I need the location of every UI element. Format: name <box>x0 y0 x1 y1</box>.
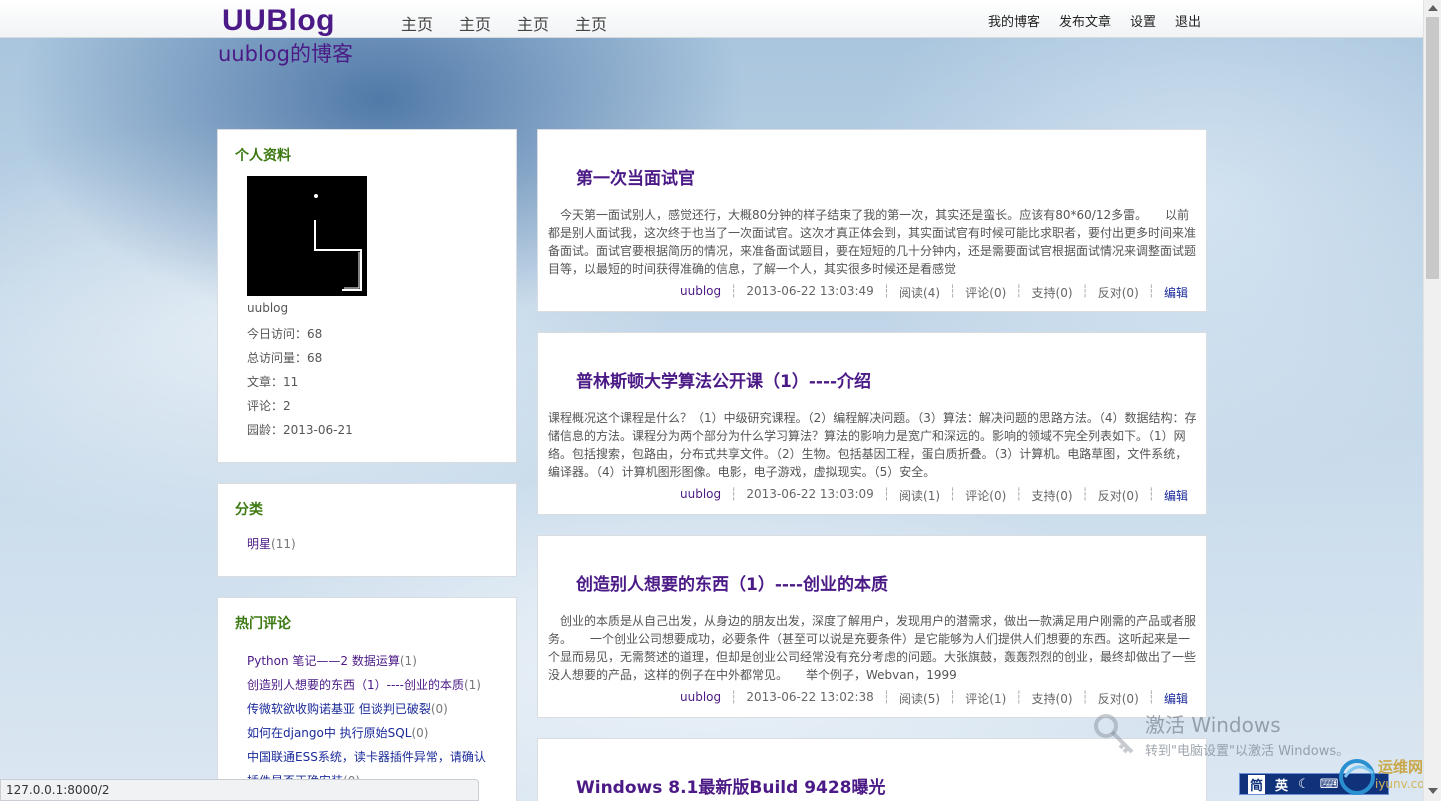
post-author-link[interactable]: uublog <box>680 284 721 301</box>
browser-status-bar: 127.0.0.1:8000/2 <box>0 779 479 801</box>
windows-activation-watermark: 激活 Windows 转到"电脑设置"以激活 Windows。 <box>1145 709 1349 759</box>
post-meta: uublog ┆ 2013-06-22 13:02:38 ┆ 阅读(5) ┆ 评论(1… <box>680 690 1188 707</box>
publish-article-link[interactable]: 发布文章 <box>1059 11 1111 30</box>
activation-subtitle: 转到"电脑设置"以激活 Windows。 <box>1145 744 1350 759</box>
post-meta: uublog ┆ 2013-06-22 13:03:09 ┆ 阅读(1) ┆ 评论(0… <box>680 487 1188 504</box>
post-edit-link[interactable]: 编辑 <box>1164 690 1188 707</box>
post-oppose-link[interactable]: 反对(0) <box>1098 284 1139 301</box>
total-visits: 总访问量：68 <box>247 351 323 365</box>
ime-english-toggle[interactable]: 英 <box>1275 775 1288 794</box>
ime-simplified-toggle[interactable]: 简 <box>1248 774 1266 794</box>
badge-name: 运维网 <box>1378 758 1424 776</box>
post-reads: 阅读(4) <box>899 286 941 300</box>
hot-comment-count: (0) <box>430 702 448 716</box>
top-bar: UUBlog 主页 主页 主页 主页 我的博客 发布文章 设置 退出 <box>0 0 1423 38</box>
post-title[interactable]: 普林斯顿大学算法公开课（1）----介绍 <box>576 367 871 392</box>
post-support-link[interactable]: 支持(0) <box>1032 284 1073 301</box>
article-count: 文章：11 <box>247 375 299 389</box>
nav-home-2[interactable]: 主页 <box>459 11 491 35</box>
category-count: (11) <box>271 537 296 551</box>
hot-comment-item: Python 笔记——2 数据运算(1) <box>247 649 497 673</box>
nav-home-1[interactable]: 主页 <box>401 11 433 35</box>
category-panel: 分类 明星(11) <box>217 483 517 577</box>
my-blog-link[interactable]: 我的博客 <box>988 11 1040 30</box>
post-oppose-link[interactable]: 反对(0) <box>1098 690 1139 707</box>
avatar[interactable] <box>247 176 367 296</box>
avatar-image <box>247 176 367 296</box>
moon-icon[interactable]: ☾ <box>1298 777 1310 792</box>
post-support-link[interactable]: 支持(0) <box>1032 487 1073 504</box>
today-visits: 今日访问：68 <box>247 327 323 341</box>
post-meta: uublog ┆ 2013-06-22 13:03:49 ┆ 阅读(4) ┆ 评论(0… <box>680 284 1188 301</box>
post-comments-link[interactable]: 评论(1) <box>965 690 1006 707</box>
category-item: 明星(11) <box>247 535 296 552</box>
blog-age: 园龄：2013-06-21 <box>247 423 353 437</box>
site-logo[interactable]: UUBlog <box>222 4 335 38</box>
hot-comments-list: Python 笔记——2 数据运算(1) 创造别人想要的东西（1）----创业的… <box>247 649 497 793</box>
post-edit-link[interactable]: 编辑 <box>1164 284 1188 301</box>
user-nav: 我的博客 发布文章 设置 退出 <box>988 11 1201 30</box>
scroll-up-icon[interactable] <box>1428 5 1438 11</box>
badge-logo-icon <box>1339 759 1375 795</box>
post-date: 2013-06-22 13:03:49 <box>746 284 874 298</box>
hot-comment-count: (1) <box>399 654 417 668</box>
post-excerpt: 创业的本质是从自己出发，从身边的朋友出发，深度了解用户，发现用户的潜需求，做出一… <box>548 614 1197 682</box>
post-comments-link[interactable]: 评论(0) <box>965 487 1006 504</box>
category-link[interactable]: 明星 <box>247 537 271 551</box>
post-title[interactable]: 创造别人想要的东西（1）----创业的本质 <box>576 570 888 595</box>
post-excerpt: 今天第一面试别人，感觉还行，大概80分钟的样子结束了我的第一次，其实还是蛮长。应… <box>548 208 1197 276</box>
page-scrollbar[interactable] <box>1423 0 1441 801</box>
post-author-link[interactable]: uublog <box>680 487 721 504</box>
nav-home-4[interactable]: 主页 <box>575 11 607 35</box>
post-support-link[interactable]: 支持(0) <box>1032 690 1073 707</box>
post-reads: 阅读(1) <box>899 489 941 503</box>
hot-comment-item: 如何在django中 执行原始SQL(0) <box>247 721 497 745</box>
blog-subtitle: uublog的博客 <box>218 42 353 66</box>
hot-comment-link[interactable]: Python 笔记——2 数据运算 <box>247 654 400 668</box>
hot-comment-item: 创造别人想要的东西（1）----创业的本质(1) <box>247 673 497 697</box>
post-card: 第一次当面试官 今天第一面试别人，感觉还行，大概80分钟的样子结束了我的第一次，… <box>537 129 1207 312</box>
hot-comment-count: (1) <box>463 678 481 692</box>
hot-comment-count: (0) <box>411 726 429 740</box>
post-title[interactable]: Windows 8.1最新版Build 9428曝光 <box>576 773 886 798</box>
post-card: 创造别人想要的东西（1）----创业的本质 创业的本质是从自己出发，从身边的朋友… <box>537 535 1207 718</box>
profile-username: uublog <box>247 301 289 315</box>
main-nav: 主页 主页 主页 主页 <box>401 11 607 35</box>
nav-home-3[interactable]: 主页 <box>517 11 549 35</box>
profile-panel: 个人资料 uublog 今日访问：68 总访问量：68 文章：11 评论：2 园… <box>217 129 517 463</box>
hot-comment-link[interactable]: 创造别人想要的东西（1）----创业的本质 <box>247 678 464 692</box>
profile-title: 个人资料 <box>235 148 291 164</box>
hot-comment-item: 传微软欲收购诺基亚 但谈判已破裂(0) <box>247 697 497 721</box>
scroll-thumb[interactable] <box>1426 17 1439 279</box>
scroll-down-icon[interactable] <box>1428 788 1438 794</box>
post-edit-link[interactable]: 编辑 <box>1164 487 1188 504</box>
post-date: 2013-06-22 13:02:38 <box>746 690 874 704</box>
hot-comments-panel: 热门评论 Python 笔记——2 数据运算(1) 创造别人想要的东西（1）--… <box>217 597 517 801</box>
post-comments-link[interactable]: 评论(0) <box>965 284 1006 301</box>
post-reads: 阅读(5) <box>899 692 941 706</box>
post-oppose-link[interactable]: 反对(0) <box>1098 487 1139 504</box>
post-excerpt: 课程概况这个课程是什么？（1）中级研究课程。（2）编程解决问题。（3）算法：解决… <box>548 411 1197 479</box>
site-badge: 运维网 iyunv.com <box>1335 753 1436 797</box>
key-icon <box>1094 714 1134 754</box>
activation-title: 激活 Windows <box>1145 713 1281 737</box>
comment-count: 评论：2 <box>247 399 291 413</box>
post-card: 普林斯顿大学算法公开课（1）----介绍 课程概况这个课程是什么？（1）中级研究… <box>537 332 1207 515</box>
hot-comments-title: 热门评论 <box>235 616 291 632</box>
logout-link[interactable]: 退出 <box>1175 11 1201 30</box>
hot-comment-link[interactable]: 传微软欲收购诺基亚 但谈判已破裂 <box>247 702 431 716</box>
category-title: 分类 <box>235 502 263 518</box>
settings-link[interactable]: 设置 <box>1130 11 1156 30</box>
post-title[interactable]: 第一次当面试官 <box>576 164 695 189</box>
post-date: 2013-06-22 13:03:09 <box>746 487 874 501</box>
hot-comment-link[interactable]: 如何在django中 执行原始SQL <box>247 726 411 740</box>
post-author-link[interactable]: uublog <box>680 690 721 707</box>
